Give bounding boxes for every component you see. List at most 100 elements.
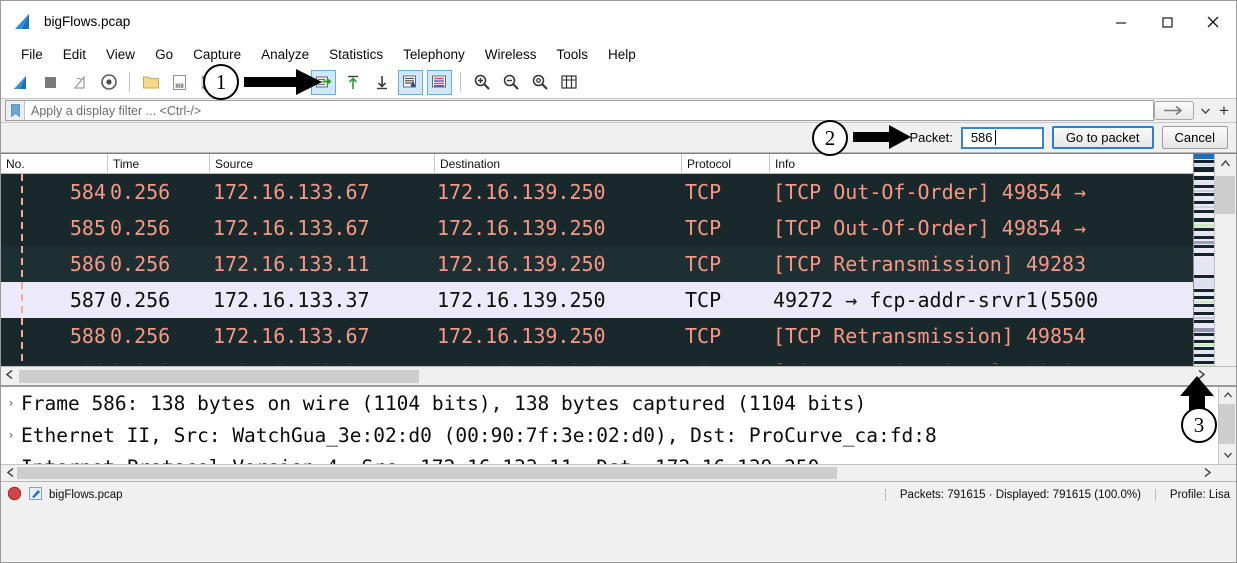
menu-item-file[interactable]: File	[11, 45, 53, 64]
table-row[interactable]: 584 0.256 172.16.133.67 172.16.139.250 T…	[1, 174, 1236, 210]
close-button[interactable]	[1190, 1, 1236, 42]
cell-time: 0.256	[108, 360, 210, 364]
cell-info: 49272 → fcp-addr-srvr1(5500	[773, 288, 1099, 312]
cell-source: 172.16.133.67	[213, 324, 370, 348]
detail-row-frame[interactable]: › Frame 586: 138 bytes on wire (1104 bit…	[1, 387, 1236, 419]
menu-item-go[interactable]: Go	[145, 45, 183, 64]
colorize-icon[interactable]	[427, 69, 452, 95]
column-header-destination[interactable]: Destination	[435, 154, 682, 174]
zoom-out-icon[interactable]	[498, 70, 523, 95]
menu-item-capture[interactable]: Capture	[183, 45, 251, 64]
capture-options-icon[interactable]	[96, 70, 121, 95]
column-header-no[interactable]: No.	[1, 154, 108, 174]
tcp-flow-indicator	[21, 174, 23, 364]
packet-list-horizontal-scrollbar[interactable]	[1, 366, 1236, 385]
save-file-icon[interactable]: 010	[167, 70, 192, 95]
table-row-selected[interactable]: 587 0.256 172.16.133.37 172.16.139.250 T…	[1, 282, 1236, 318]
cell-no: 586	[69, 252, 106, 276]
go-to-packet-button[interactable]: Go to packet	[1051, 126, 1154, 149]
svg-text:010: 010	[176, 83, 184, 88]
zoom-in-icon[interactable]	[469, 70, 494, 95]
maximize-button[interactable]	[1144, 1, 1190, 42]
cell-protocol: TCP	[685, 324, 722, 348]
table-row[interactable]: 586 0.256 172.16.133.11 172.16.139.250 T…	[1, 246, 1236, 282]
expert-info-icon[interactable]	[28, 486, 43, 504]
column-header-time[interactable]: Time	[108, 154, 210, 174]
autoscroll-icon[interactable]	[398, 69, 423, 95]
cell-source: 172.16.133.67	[213, 180, 370, 204]
display-filter-placeholder: Apply a display filter ... <Ctrl-/>	[31, 103, 202, 118]
bookmark-icon[interactable]	[6, 101, 25, 120]
go-to-packet-bar: Packet: 586 Go to packet Cancel	[1, 123, 1236, 153]
zoom-reset-icon[interactable]	[527, 70, 552, 95]
cancel-button[interactable]: Cancel	[1161, 126, 1228, 149]
table-row[interactable]: 589 0.256 172.16.133.37 172.16.139.250 T…	[1, 354, 1236, 364]
packet-list-vertical-scrollbar[interactable]	[1214, 154, 1236, 385]
table-row[interactable]: 588 0.256 172.16.133.67 172.16.139.250 T…	[1, 318, 1236, 354]
detail-row-ethernet[interactable]: › Ethernet II, Src: WatchGua_3e:02:d0 (0…	[1, 419, 1236, 451]
cell-no: 585	[69, 216, 106, 240]
toolbar-separator-2	[460, 72, 461, 92]
column-header-info[interactable]: Info	[770, 154, 1195, 174]
go-to-last-packet-icon[interactable]	[369, 70, 394, 95]
resize-columns-icon[interactable]	[556, 70, 581, 95]
stop-capture-icon[interactable]	[38, 70, 63, 95]
scroll-up-arrow-icon[interactable]	[1215, 154, 1236, 173]
menu-item-analyze[interactable]: Analyze	[251, 45, 319, 64]
packet-list-header: No. Time Source Destination Protocol Inf…	[1, 154, 1236, 174]
menu-item-help[interactable]: Help	[598, 45, 646, 64]
minimize-button[interactable]	[1098, 1, 1144, 42]
packet-list-pane: No. Time Source Destination Protocol Inf…	[1, 153, 1236, 385]
cell-time: 0.256	[110, 288, 171, 312]
menu-item-view[interactable]: View	[96, 45, 145, 64]
expand-twisty-icon[interactable]: ›	[1, 428, 21, 442]
go-to-first-packet-icon[interactable]	[340, 70, 365, 95]
cell-source: 172.16.133.67	[213, 216, 370, 240]
status-left: bigFlows.pcap	[7, 486, 123, 504]
wireshark-window: bigFlows.pcap File Edit View Go Capture …	[0, 0, 1237, 563]
column-header-protocol[interactable]: Protocol	[682, 154, 770, 174]
cell-destination: 172.16.139.250	[437, 288, 606, 312]
window-controls	[1098, 1, 1236, 42]
expand-twisty-icon[interactable]: ›	[1, 396, 21, 410]
add-filter-button[interactable]: +	[1214, 101, 1234, 120]
cell-info: [TCP Out-Of-Order] 49854 →	[773, 180, 1087, 204]
column-header-source[interactable]: Source	[210, 154, 435, 174]
toolbar-separator-1	[129, 72, 130, 92]
cell-protocol: TCP	[685, 288, 722, 312]
capture-status-icon[interactable]	[7, 486, 22, 504]
menu-item-statistics[interactable]: Statistics	[319, 45, 393, 64]
annotation-marker-3: 3	[1181, 407, 1217, 443]
table-row[interactable]: 585 0.256 172.16.133.67 172.16.139.250 T…	[1, 210, 1236, 246]
detail-horizontal-scrollbar[interactable]	[1, 464, 1236, 481]
detail-scroll-down-icon[interactable]	[1219, 447, 1236, 463]
packet-rows: 584 0.256 172.16.133.67 172.16.139.250 T…	[1, 174, 1236, 364]
display-filter-input[interactable]: Apply a display filter ... <Ctrl-/>	[5, 100, 1154, 121]
menu-bar: File Edit View Go Capture Analyze Statis…	[1, 42, 1236, 66]
detail-scroll-right-icon[interactable]	[1199, 467, 1216, 480]
apply-filter-arrow-icon[interactable]	[1154, 101, 1194, 120]
packet-number-input[interactable]: 586	[960, 126, 1044, 149]
scroll-left-arrow-icon[interactable]	[1, 369, 18, 382]
menu-item-tools[interactable]: Tools	[546, 45, 598, 64]
menu-item-telephony[interactable]: Telephony	[393, 45, 475, 64]
open-file-icon[interactable]	[138, 70, 163, 95]
cell-time: 0.256	[110, 252, 171, 276]
cell-destination: 172.16.139.250	[435, 360, 682, 364]
detail-scrollbar-thumb[interactable]	[1219, 404, 1235, 444]
detail-hscrollbar-thumb[interactable]	[17, 467, 837, 479]
detail-scroll-up-icon[interactable]	[1219, 387, 1236, 403]
menu-item-wireless[interactable]: Wireless	[475, 45, 547, 64]
status-bar: bigFlows.pcap Packets: 791615 · Displaye…	[1, 481, 1236, 507]
cell-info: [TCP Out-Of-Order] 49854 →	[773, 216, 1087, 240]
hscrollbar-thumb[interactable]	[19, 370, 419, 383]
scrollbar-thumb[interactable]	[1215, 176, 1235, 214]
restart-capture-icon[interactable]	[67, 70, 92, 95]
menu-item-edit[interactable]: Edit	[53, 45, 96, 64]
start-capture-icon[interactable]	[9, 70, 34, 95]
intelligent-scrollbar-minimap[interactable]	[1193, 154, 1214, 385]
filter-right-controls: +	[1154, 100, 1234, 121]
chevron-down-icon[interactable]	[1196, 101, 1214, 120]
cell-no: 588	[69, 324, 106, 348]
cell-time: 0.256	[110, 324, 171, 348]
